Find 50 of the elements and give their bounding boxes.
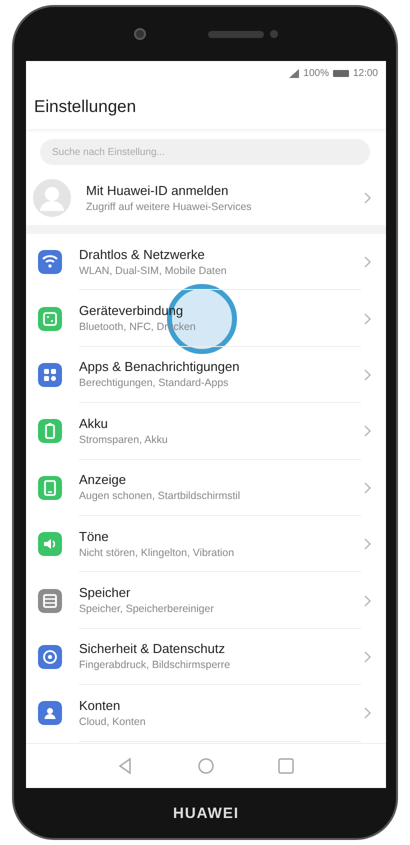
settings-item[interactable]: Töne Nicht stören, Klingelton, Vibration [26, 516, 386, 572]
brand-logo: HUAWEI [173, 804, 239, 822]
item-title: Konten [79, 698, 122, 713]
account-subtitle: Zugriff auf weitere Huawei-Services [86, 201, 253, 213]
settings-item[interactable]: Sicherheit & Datenschutz Fingerabdruck, Bildschirmsperre [26, 628, 386, 686]
chevron-icon [364, 594, 372, 607]
chevron-icon [364, 482, 372, 494]
item-title: Sicherheit & Datenschutz [79, 641, 226, 656]
item-title: Anzeige [79, 472, 127, 488]
chevron-icon [364, 368, 372, 381]
avatar-icon [32, 178, 72, 218]
chevron-icon [364, 538, 372, 550]
speaker-grille [208, 30, 264, 38]
clock: 12:00 [352, 68, 378, 78]
settings-item[interactable]: Konten Cloud, Konten [26, 685, 386, 742]
settings-item[interactable]: Akku Stromsparen, Akku [26, 403, 386, 460]
item-subtitle: WLAN, Dual-SIM, Mobile Daten [79, 264, 228, 277]
item-subtitle: Speicher, Speicherbereiniger [79, 603, 215, 616]
item-subtitle: Stromsparen, Akku [79, 434, 169, 446]
item-subtitle: Augen schonen, Startbildschirmstil [79, 490, 242, 502]
item-subtitle: Fingerabdruck, Bildschirmsperre [79, 659, 232, 672]
account-row[interactable]: Mit Huawei-ID anmelden Zugriff auf weitere Huawei-Services [26, 171, 386, 225]
screen-title: Einstellungen [34, 97, 136, 117]
settings-item[interactable]: Anzeige Augen schonen, Startbildschirmstil [26, 460, 386, 516]
item-subtitle: Cloud, Konten [79, 716, 147, 728]
item-title: Drahtlos & Netzwerke [79, 246, 206, 262]
battery-icon [332, 70, 349, 76]
chevron-icon [364, 256, 372, 268]
item-subtitle: Berechtigungen, Standard-Apps [79, 377, 230, 390]
item-title: Akku [79, 416, 109, 431]
item-title: Speicher [79, 585, 132, 600]
chevron-icon [364, 192, 372, 204]
settings-item[interactable]: Apps & Benachrichtigungen Berechtigungen, Standard-Apps [26, 346, 386, 404]
settings-item[interactable]: Drahtlos & Netzwerke WLAN, Dual-SIM, Mobile Daten [26, 234, 386, 290]
signal-icon [289, 68, 300, 78]
item-subtitle: Nicht stören, Klingelton, Vibration [79, 546, 236, 559]
search-field[interactable]: Suche nach Einstellung... [40, 139, 370, 165]
chevron-icon [364, 425, 372, 438]
camera-icon [134, 28, 146, 40]
item-title: Töne [79, 528, 110, 544]
chevron-icon [364, 707, 372, 720]
sensor-icon [270, 30, 278, 38]
chevron-icon [364, 650, 372, 663]
item-title: Apps & Benachrichtigungen [79, 359, 240, 374]
account-title: Mit Huawei-ID anmelden [86, 183, 230, 198]
battery-percent: 100% [303, 68, 329, 78]
chevron-icon [364, 312, 372, 325]
settings-item[interactable]: Speicher Speicher, Speicherbereiniger [26, 572, 386, 629]
home-icon[interactable] [197, 757, 215, 775]
recents-icon[interactable] [277, 757, 295, 775]
